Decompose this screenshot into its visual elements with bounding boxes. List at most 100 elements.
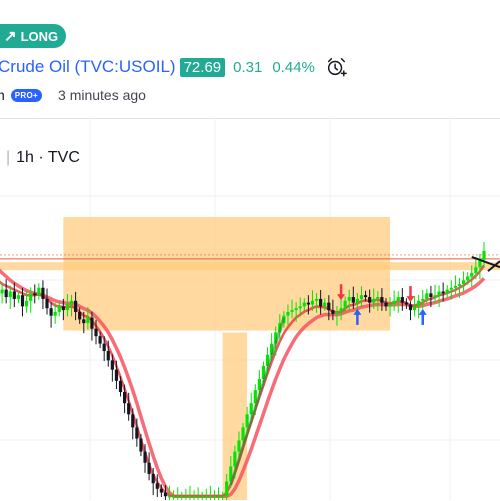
sell-arrow-head bbox=[406, 296, 415, 303]
candle-body bbox=[208, 496, 212, 498]
candle-body bbox=[449, 287, 453, 290]
candle bbox=[216, 487, 221, 500]
candle-body bbox=[286, 311, 290, 316]
candle-body bbox=[445, 289, 449, 294]
candle-body bbox=[343, 300, 347, 309]
candle-body bbox=[453, 285, 458, 288]
candle-body bbox=[384, 302, 388, 307]
candle-body bbox=[12, 291, 16, 299]
candle-body bbox=[372, 298, 376, 303]
candle-body bbox=[41, 287, 45, 299]
candle bbox=[392, 290, 396, 311]
candle-body bbox=[86, 317, 90, 324]
candle-body bbox=[131, 414, 135, 428]
candle-body bbox=[82, 319, 86, 324]
candle-body bbox=[123, 392, 127, 404]
candle-body bbox=[339, 308, 343, 312]
candle-body bbox=[37, 287, 41, 296]
candle-body bbox=[470, 272, 474, 277]
candle bbox=[49, 302, 53, 328]
candle-body bbox=[204, 496, 208, 498]
candle-body bbox=[474, 267, 478, 273]
candle-body bbox=[306, 302, 310, 305]
candle-body bbox=[421, 298, 425, 301]
candle-body bbox=[368, 297, 372, 303]
candle-body bbox=[192, 496, 196, 498]
candle-body bbox=[437, 291, 441, 296]
candle-body bbox=[29, 293, 33, 301]
candle-body bbox=[0, 289, 4, 294]
candle-body bbox=[380, 297, 384, 303]
candle-body bbox=[294, 308, 298, 311]
candle-body bbox=[363, 295, 368, 298]
candle-body bbox=[302, 302, 306, 307]
candle-body bbox=[237, 440, 241, 452]
candle-body bbox=[65, 304, 70, 311]
candle-body bbox=[298, 306, 302, 309]
candle-body bbox=[319, 298, 323, 307]
chart-legend: | 1h · TVC bbox=[6, 149, 80, 167]
candle-body bbox=[143, 451, 147, 463]
candle-body bbox=[61, 306, 65, 311]
candle-body bbox=[335, 311, 339, 314]
candle-body bbox=[151, 473, 155, 484]
candle-body bbox=[412, 306, 417, 311]
candle-body bbox=[172, 496, 176, 498]
candle-body bbox=[135, 427, 139, 439]
buy-signal-arrow bbox=[418, 308, 427, 325]
candle bbox=[45, 288, 49, 315]
candle-body bbox=[20, 295, 25, 307]
candle bbox=[196, 487, 200, 500]
candle-body bbox=[433, 295, 437, 298]
candle-body bbox=[327, 302, 331, 311]
candle bbox=[400, 288, 404, 311]
candle-body bbox=[347, 297, 351, 301]
candle-body bbox=[441, 291, 445, 294]
candle bbox=[184, 488, 188, 500]
candle-body bbox=[225, 481, 229, 497]
price-chart[interactable] bbox=[0, 0, 500, 500]
candle-body bbox=[176, 496, 180, 498]
candle-body bbox=[408, 304, 413, 311]
candle-body bbox=[396, 297, 400, 301]
candle-body bbox=[314, 298, 319, 301]
chart-interval[interactable]: 1h bbox=[16, 149, 34, 166]
candle bbox=[461, 271, 466, 293]
candle-body bbox=[73, 300, 78, 312]
candle-body bbox=[425, 293, 429, 299]
candle-body bbox=[376, 297, 380, 299]
candle-body bbox=[461, 280, 466, 285]
candle-body bbox=[45, 298, 49, 309]
candle-body bbox=[139, 438, 143, 452]
candle-body bbox=[94, 328, 98, 337]
candle-body bbox=[180, 496, 184, 498]
candle bbox=[478, 253, 482, 280]
candle-body bbox=[359, 295, 364, 299]
candle-body bbox=[106, 351, 110, 361]
candle-body bbox=[127, 403, 131, 415]
candle-body bbox=[388, 304, 392, 307]
candle-body bbox=[290, 310, 294, 312]
candle-body bbox=[457, 284, 462, 286]
candle-body bbox=[216, 496, 221, 498]
candle-body bbox=[200, 496, 204, 498]
candle-body bbox=[114, 369, 119, 381]
legend-separator: | bbox=[6, 149, 11, 166]
sell-signal-arrow bbox=[406, 286, 415, 303]
candle-body bbox=[196, 496, 200, 498]
candle-body bbox=[331, 310, 335, 314]
candle-body bbox=[33, 293, 37, 296]
candle bbox=[12, 282, 16, 308]
candle-body bbox=[16, 295, 21, 299]
candle-body bbox=[155, 483, 159, 489]
candle-body bbox=[355, 298, 359, 303]
candle bbox=[41, 280, 45, 309]
candle bbox=[147, 452, 151, 481]
candle-body bbox=[429, 293, 433, 298]
candle-body bbox=[78, 311, 82, 320]
chart-source: TVC bbox=[47, 149, 80, 166]
target-level-band bbox=[0, 262, 500, 271]
candle-body bbox=[466, 276, 470, 281]
candle-body bbox=[98, 336, 102, 344]
candle-body bbox=[310, 300, 315, 305]
